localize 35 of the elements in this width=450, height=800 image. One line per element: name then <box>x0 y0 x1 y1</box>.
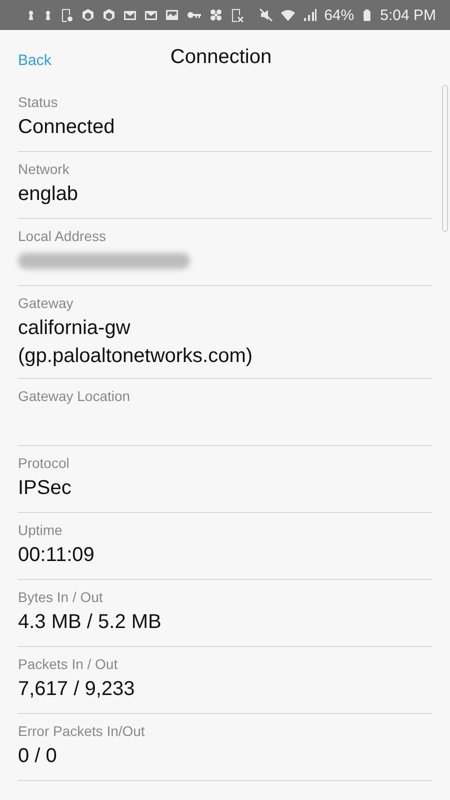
field-label: Status <box>18 94 59 111</box>
field-label: Packets In / Out <box>18 656 119 673</box>
field-value: IPSec <box>18 476 72 501</box>
keyhole-icon <box>43 8 53 22</box>
field-value: 7,617 / 9,233 <box>18 677 136 702</box>
field-value: englab <box>18 182 80 207</box>
field-label: Gateway <box>18 295 74 312</box>
field-label: Bytes In / Out <box>18 589 104 606</box>
battery-icon <box>361 8 374 22</box>
keyhole-icon <box>26 8 36 22</box>
back-button[interactable]: Back <box>18 52 52 69</box>
battery-percent: 64% <box>324 6 354 24</box>
mute-icon <box>259 8 274 22</box>
wifi-icon <box>280 8 296 22</box>
pinwheel-icon <box>209 8 223 22</box>
image-icon <box>165 8 179 22</box>
field-value: Connected <box>18 115 116 140</box>
field-label: Error Packets In/Out <box>18 723 146 740</box>
field-label: Network <box>18 161 70 178</box>
mail-icon <box>123 8 137 22</box>
signal-icon <box>303 8 318 22</box>
field-value: california-gw (gp.paloaltonetworks.com) <box>18 316 254 369</box>
field-value: 4.3 MB / 5.2 MB <box>18 610 162 635</box>
clock-time: 5:04 PM <box>380 6 436 24</box>
hexagon-icon <box>102 8 116 22</box>
field-value: 00:11:09 <box>18 543 96 568</box>
field-label: Local Address <box>18 228 107 245</box>
hexagon-icon <box>81 8 95 22</box>
field-value: 0 / 0 <box>18 744 58 769</box>
mail-icon <box>144 8 158 22</box>
field-label: Gateway Location <box>18 388 132 405</box>
field-label: Uptime <box>18 522 64 539</box>
file-cancel-icon <box>230 8 244 22</box>
screen-title: Connection <box>170 46 272 69</box>
field-label: Protocol <box>18 455 70 472</box>
